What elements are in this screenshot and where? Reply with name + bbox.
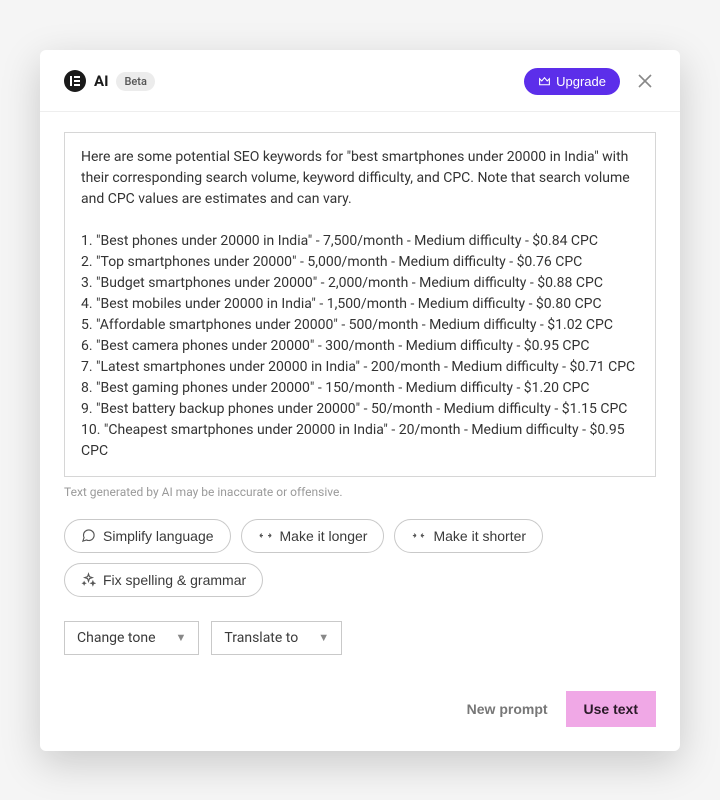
use-text-button[interactable]: Use text [566, 691, 656, 727]
ai-modal: AI Beta Upgrade Here are some potential … [40, 50, 680, 751]
upgrade-button[interactable]: Upgrade [524, 68, 620, 95]
chevron-down-icon: ▼ [318, 631, 329, 644]
elementor-logo-icon [64, 70, 86, 92]
simplify-language-button[interactable]: Simplify language [64, 519, 231, 553]
close-icon [638, 74, 652, 88]
select-row: Change tone ▼ Translate to ▼ [64, 621, 656, 655]
modal-title: AI [94, 72, 108, 90]
modal-footer: New prompt Use text [64, 691, 656, 727]
sparkle-icon [81, 572, 96, 587]
make-longer-button[interactable]: Make it longer [241, 519, 385, 553]
pill-label: Make it shorter [433, 528, 526, 544]
pill-label: Make it longer [280, 528, 368, 544]
select-label: Change tone [77, 630, 156, 646]
chat-icon [81, 528, 96, 543]
select-label: Translate to [224, 630, 298, 646]
expand-horizontal-icon [258, 528, 273, 543]
upgrade-label: Upgrade [556, 74, 606, 89]
beta-badge: Beta [116, 72, 154, 91]
make-shorter-button[interactable]: Make it shorter [394, 519, 543, 553]
generated-text-box[interactable]: Here are some potential SEO keywords for… [64, 132, 656, 477]
translate-to-select[interactable]: Translate to ▼ [211, 621, 342, 655]
collapse-horizontal-icon [411, 528, 426, 543]
pill-label: Simplify language [103, 528, 214, 544]
modal-body: Here are some potential SEO keywords for… [40, 112, 680, 751]
close-button[interactable] [634, 70, 656, 92]
disclaimer-text: Text generated by AI may be inaccurate o… [64, 485, 656, 499]
pill-label: Fix spelling & grammar [103, 572, 246, 588]
action-pills-row: Simplify language Make it longer Make it… [64, 519, 656, 597]
fix-spelling-button[interactable]: Fix spelling & grammar [64, 563, 263, 597]
modal-header: AI Beta Upgrade [40, 50, 680, 112]
chevron-down-icon: ▼ [176, 631, 187, 644]
crown-icon [538, 75, 551, 88]
change-tone-select[interactable]: Change tone ▼ [64, 621, 199, 655]
new-prompt-button[interactable]: New prompt [467, 701, 548, 717]
